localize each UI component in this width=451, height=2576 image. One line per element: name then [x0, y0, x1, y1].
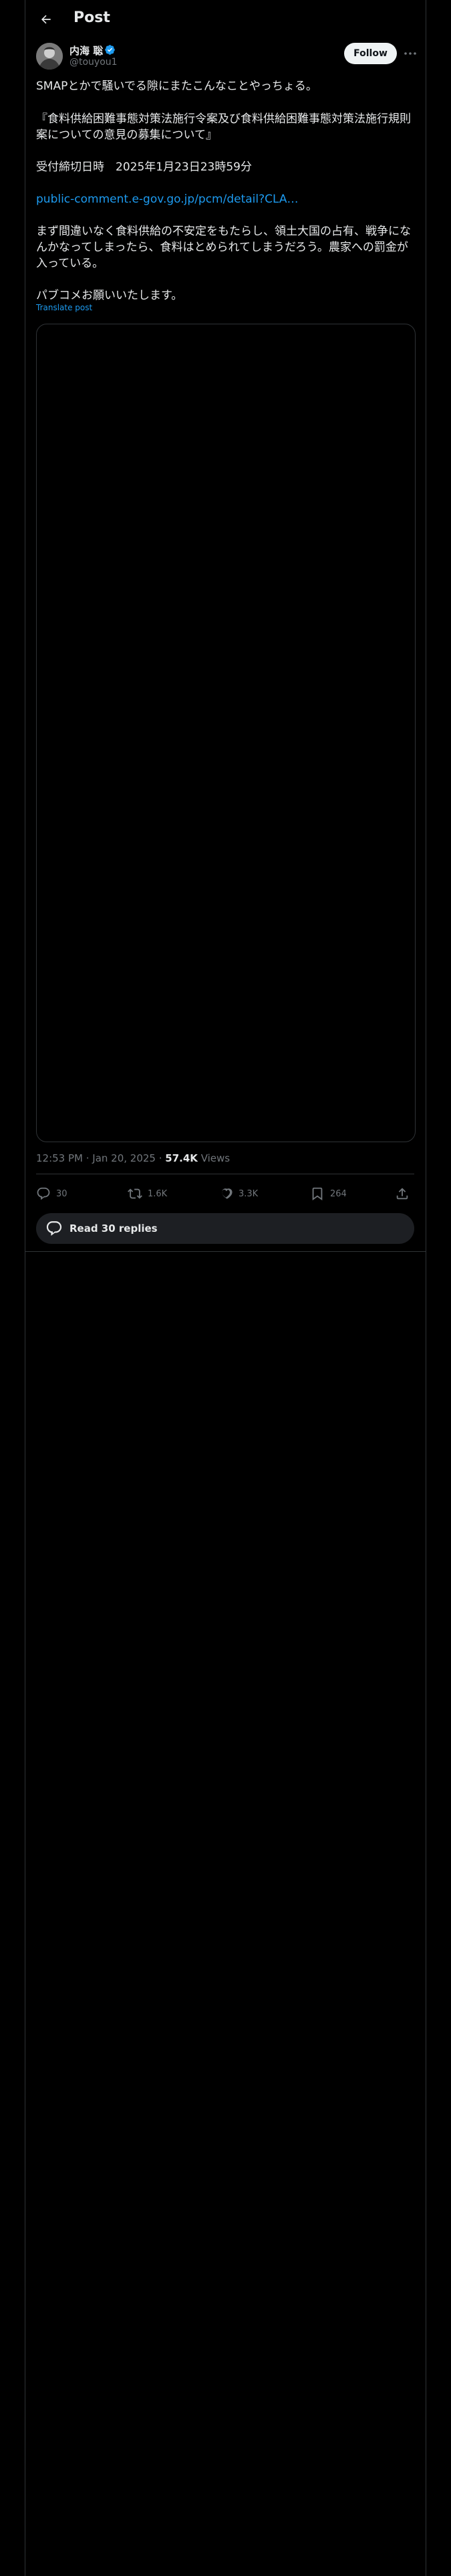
- back-button[interactable]: [35, 8, 57, 31]
- follow-button[interactable]: Follow: [344, 43, 397, 64]
- more-options-icon[interactable]: [402, 45, 418, 62]
- post-link[interactable]: public-comment.e-gov.go.jp/pcm/detail?CL…: [36, 191, 417, 207]
- post-text-line: 受付締切日時 2025年1月23日23時59分: [36, 160, 252, 174]
- post-text-line: パブコメお願いいたします。: [36, 289, 183, 302]
- divider: [25, 1251, 426, 1252]
- views-label: Views: [197, 1152, 231, 1164]
- share-button[interactable]: [395, 1184, 410, 1204]
- avatar-image: [36, 43, 63, 70]
- author-name[interactable]: 内海 聡: [69, 43, 103, 58]
- post-text-line: 『食料供給困難事態対策法施行令案及び食料供給困難事態対策法施行規則案についての意…: [36, 112, 411, 142]
- verified-badge-icon: [105, 45, 115, 55]
- views-count: 57.4K: [165, 1152, 198, 1164]
- reply-icon: [37, 1187, 50, 1200]
- read-replies-label: Read 30 replies: [69, 1222, 158, 1235]
- like-button[interactable]: 3.3K: [218, 1184, 258, 1204]
- main-column: Post 内海 聡 @touyou1 Follow SMAPとかで騒いでる隙にま…: [25, 0, 426, 2576]
- bookmark-count: 264: [330, 1188, 347, 1199]
- read-replies-button[interactable]: Read 30 replies: [36, 1213, 414, 1244]
- reply-bubble-icon: [46, 1221, 62, 1236]
- bookmark-icon: [312, 1187, 323, 1201]
- arrow-left-icon: [41, 15, 51, 24]
- heart-icon: [221, 1188, 233, 1199]
- repost-icon: [128, 1188, 142, 1199]
- post-text-line: まず間違いなく食料供給の不安定をもたらし、領土大国の占有、戦争になんかなってしま…: [36, 225, 411, 270]
- post-media[interactable]: [36, 324, 416, 1142]
- post-timestamp[interactable]: 12:53 PM · Jan 20, 2025 ·: [36, 1152, 165, 1164]
- header: Post: [25, 0, 426, 38]
- reply-button[interactable]: 30: [36, 1184, 67, 1204]
- bookmark-button[interactable]: 264: [310, 1184, 347, 1204]
- author-handle[interactable]: @touyou1: [69, 57, 118, 68]
- repost-button[interactable]: 1.6K: [128, 1184, 167, 1204]
- post-meta: 12:53 PM · Jan 20, 2025 · 57.4K Views: [36, 1152, 230, 1164]
- share-icon: [396, 1188, 408, 1200]
- repost-count: 1.6K: [148, 1188, 168, 1199]
- avatar[interactable]: [36, 43, 63, 70]
- like-count: 3.3K: [239, 1188, 259, 1199]
- page-title: Post: [73, 9, 110, 26]
- post-text-line: SMAPとかで騒いでる隙にまたこんなことやっちょる。: [36, 80, 317, 93]
- translate-post-link[interactable]: Translate post: [36, 303, 92, 312]
- reply-count: 30: [56, 1188, 67, 1199]
